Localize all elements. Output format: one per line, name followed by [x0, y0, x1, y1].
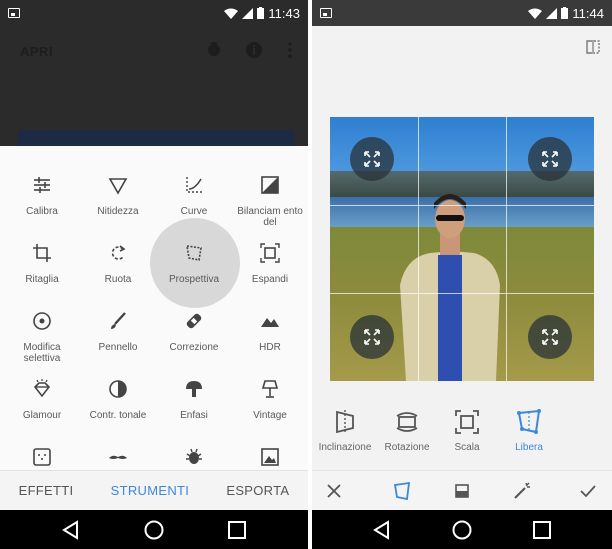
battery-icon [257, 7, 265, 19]
compare-icon[interactable] [586, 40, 600, 54]
tool-bilanciamento[interactable]: Bilanciam ento del [232, 174, 308, 236]
mode-inclinazione[interactable]: Inclinazione [312, 408, 380, 453]
open-button[interactable]: APRI [20, 44, 53, 59]
home-icon[interactable] [451, 519, 473, 541]
wifi-icon [528, 8, 543, 19]
more-options-icon[interactable] [280, 40, 300, 60]
corner-handle-top-left[interactable] [350, 137, 394, 181]
tonal-icon [109, 380, 127, 398]
diamond-icon [33, 379, 51, 398]
bottom-tabs: EFFETTI STRUMENTI ESPORTA [0, 470, 308, 510]
fill-icon[interactable] [452, 481, 472, 501]
tab-effetti[interactable]: EFFETTI [19, 483, 74, 498]
corner-handle-bottom-left[interactable] [350, 315, 394, 359]
back-icon[interactable] [61, 519, 81, 540]
signal-icon [242, 7, 254, 19]
check-icon[interactable] [578, 481, 598, 501]
scale-icon [455, 410, 479, 434]
status-bar: 11:44 [312, 0, 612, 26]
mode-libera[interactable]: Libera [494, 408, 564, 453]
tool-prospettiva[interactable]: Prospettiva [156, 242, 232, 304]
tool-enfasi[interactable]: Enfasi [156, 378, 232, 440]
image-notification-icon [320, 8, 332, 18]
tool-espandi[interactable]: Espandi [232, 242, 308, 304]
mushroom-icon [186, 381, 202, 397]
image-notification-icon [8, 8, 20, 18]
sliders-icon [34, 177, 50, 193]
mustache-icon [109, 455, 127, 459]
rotate-icon [111, 245, 126, 260]
auto-wand-icon[interactable] [512, 481, 532, 501]
white-balance-icon [261, 176, 279, 194]
snapseed-tools-screen: 11:43 APRI Calibra Nitidezza Curve Bilan… [0, 0, 308, 549]
perspective-mode-bar: Inclinazione Rotazione Scala Libera [312, 400, 612, 470]
info-icon[interactable] [244, 40, 264, 60]
looks-icon[interactable] [204, 40, 224, 60]
tool-hdr[interactable]: HDR [232, 310, 308, 372]
home-icon[interactable] [143, 519, 165, 541]
expand-arrows-icon [542, 329, 558, 345]
corner-handle-bottom-right[interactable] [528, 315, 572, 359]
tool-modifica-selettiva[interactable]: Modifica selettiva [4, 310, 80, 372]
android-nav-bar [0, 510, 308, 549]
battery-icon [561, 7, 569, 19]
tool-ritaglia[interactable]: Ritaglia [4, 242, 80, 304]
noir-icon [261, 448, 279, 466]
rotation-icon [396, 412, 418, 432]
tool-correzione[interactable]: Correzione [156, 310, 232, 372]
tool-curve[interactable]: Curve [156, 174, 232, 236]
tool-contrasto-tonale[interactable]: Contr. tonale [80, 378, 156, 440]
recents-icon[interactable] [227, 520, 247, 540]
tab-esporta[interactable]: ESPORTA [226, 483, 289, 498]
wifi-icon [224, 8, 239, 19]
signal-icon [546, 7, 558, 19]
curve-icon [186, 177, 202, 193]
photo-canvas[interactable] [330, 117, 594, 381]
mountain-icon [261, 318, 279, 327]
clock: 11:44 [572, 5, 604, 21]
android-nav-bar [312, 510, 612, 549]
editor-action-bar [312, 470, 612, 510]
tool-nitidezza[interactable]: Nitidezza [80, 174, 156, 236]
target-icon [33, 312, 51, 330]
mode-scala[interactable]: Scala [432, 408, 502, 453]
tool-ruota[interactable]: Ruota [80, 242, 156, 304]
grainy-icon [33, 448, 51, 466]
tilt-icon [336, 410, 354, 434]
brush-icon [111, 312, 126, 329]
healing-icon [186, 313, 202, 329]
tools-grid: Calibra Nitidezza Curve Bilanciam ento d… [0, 146, 308, 470]
tool-vintage[interactable]: Vintage [232, 378, 308, 440]
status-bar: 11:43 [0, 0, 308, 26]
image-preview-edge [18, 130, 294, 146]
perspective-icon [186, 245, 202, 261]
bug-icon [186, 448, 202, 464]
corner-handle-top-right[interactable] [528, 137, 572, 181]
expand-icon [260, 243, 280, 263]
editor-header: APRI [0, 26, 308, 146]
perspective-editor-screen: 11:44 Inclinazione Rotazione Scala Liber… [312, 0, 612, 549]
tab-strumenti[interactable]: STRUMENTI [111, 483, 190, 498]
tool-pennello[interactable]: Pennello [80, 310, 156, 372]
crop-icon [33, 244, 51, 262]
expand-arrows-icon [542, 151, 558, 167]
tool-glamour[interactable]: Glamour [4, 378, 80, 440]
perspective-mode-icon[interactable] [392, 481, 412, 501]
recents-icon[interactable] [532, 520, 552, 540]
expand-arrows-icon [364, 151, 380, 167]
triangle-icon [108, 178, 128, 195]
clock: 11:43 [268, 5, 300, 21]
lamp-icon [261, 380, 279, 398]
close-icon[interactable] [324, 481, 344, 501]
expand-arrows-icon [364, 329, 380, 345]
tool-calibra[interactable]: Calibra [4, 174, 80, 236]
free-perspective-icon [517, 409, 541, 434]
back-icon[interactable] [372, 519, 392, 540]
